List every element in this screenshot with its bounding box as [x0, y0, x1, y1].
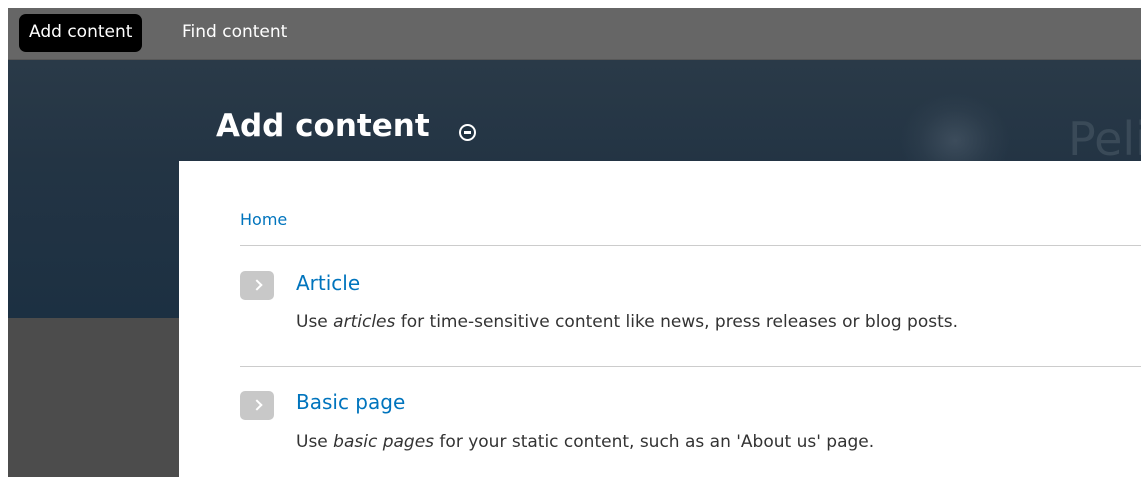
divider	[240, 366, 1141, 367]
main-content: Home Article Use articles for time-sensi…	[179, 161, 1141, 477]
content-type-description: Use articles for time-sensitive content …	[296, 312, 959, 332]
chevron-right-icon	[240, 271, 274, 300]
shortcut-toolbar: Add content Find content	[8, 8, 1141, 60]
page-title: Add content	[216, 108, 430, 144]
shortcut-add-content[interactable]: Add content	[19, 14, 143, 52]
divider	[240, 245, 1141, 246]
chevron-right-icon	[240, 391, 274, 420]
drupal-drop-logo-icon	[900, 92, 1010, 162]
content-type-title[interactable]: Article	[296, 271, 360, 295]
content-type-title[interactable]: Basic page	[296, 390, 405, 414]
content-type-description: Use basic pages for your static content,…	[296, 432, 875, 452]
shortcut-find-content[interactable]: Find content	[172, 14, 297, 52]
remove-shortcut-icon[interactable]	[459, 124, 476, 141]
site-name[interactable]: Peli	[1068, 112, 1141, 166]
breadcrumb-home-link[interactable]: Home	[240, 210, 287, 229]
